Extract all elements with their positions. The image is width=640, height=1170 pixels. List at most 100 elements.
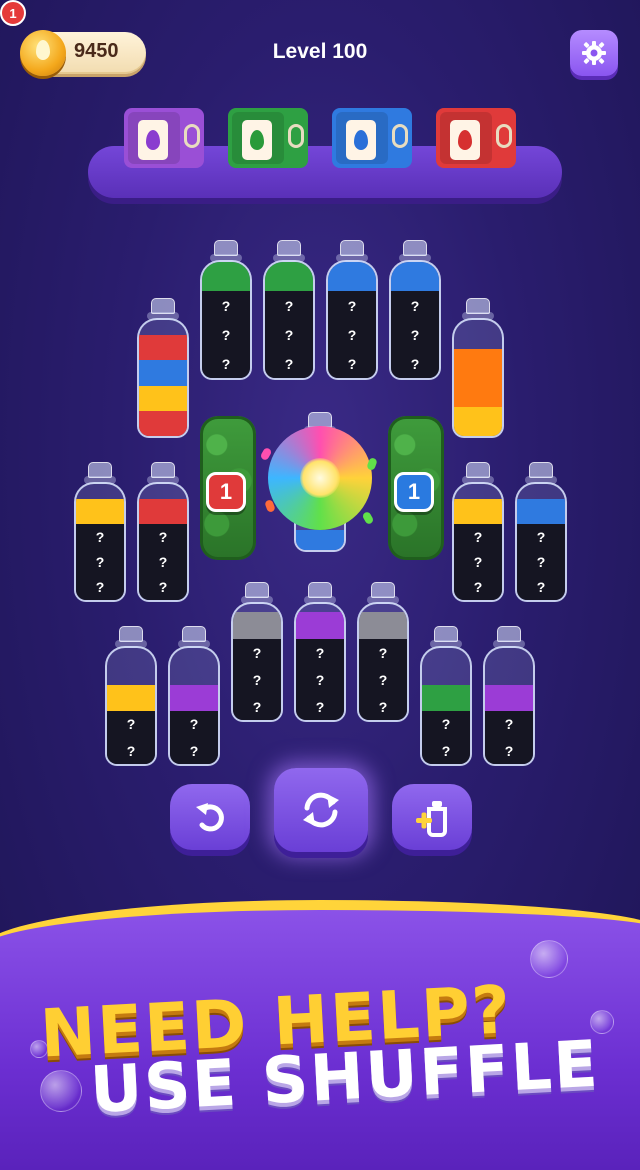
bottle[interactable]: ??? xyxy=(137,462,189,602)
hidden-liquid: ? xyxy=(359,639,407,667)
bottle[interactable]: ?? xyxy=(483,626,535,766)
bottle[interactable]: ??? xyxy=(326,240,378,380)
hidden-marker: ? xyxy=(504,716,514,733)
bottle[interactable] xyxy=(452,298,504,438)
bubble xyxy=(40,1070,82,1112)
liquid-layer xyxy=(139,499,187,525)
hidden-liquid: ? xyxy=(328,320,376,349)
hidden-marker: ? xyxy=(189,716,199,733)
bottle[interactable] xyxy=(137,298,189,438)
hidden-liquid: ? xyxy=(485,711,533,738)
hidden-marker: ? xyxy=(284,355,294,372)
hidden-liquid: ? xyxy=(296,639,344,667)
liquid-layer xyxy=(139,410,187,436)
hidden-marker: ? xyxy=(536,554,546,571)
undo-button[interactable] xyxy=(170,784,250,850)
liquid-layer xyxy=(328,262,376,291)
hidden-liquid: ? xyxy=(296,693,344,720)
swirl-spark xyxy=(361,510,375,526)
liquid-layer xyxy=(454,349,502,407)
hidden-liquid: ? xyxy=(454,549,502,575)
liquid-layer xyxy=(454,407,502,436)
hidden-liquid: ? xyxy=(296,666,344,694)
shuffle-button[interactable] xyxy=(274,768,368,852)
bottle[interactable]: ?? xyxy=(168,626,220,766)
color-box xyxy=(228,108,308,168)
hidden-marker: ? xyxy=(504,742,514,759)
hidden-liquid: ? xyxy=(328,349,376,378)
hidden-marker: ? xyxy=(536,528,546,545)
liquid-layer xyxy=(454,499,502,525)
hidden-marker: ? xyxy=(252,698,262,715)
shuffle-icon xyxy=(303,792,339,828)
hidden-marker: ? xyxy=(473,579,483,596)
bottle[interactable]: ??? xyxy=(74,462,126,602)
settings-button[interactable] xyxy=(570,30,618,76)
hidden-liquid: ? xyxy=(265,320,313,349)
bottle[interactable]: ??? xyxy=(263,240,315,380)
level-title: Level 100 xyxy=(272,40,368,63)
drop-icon xyxy=(146,130,160,150)
hidden-liquid: ? xyxy=(202,349,250,378)
hidden-marker: ? xyxy=(473,528,483,545)
hidden-marker: ? xyxy=(378,671,388,688)
hidden-marker: ? xyxy=(221,297,231,314)
hidden-marker: ? xyxy=(252,671,262,688)
hidden-liquid: ? xyxy=(517,574,565,600)
hidden-marker: ? xyxy=(441,742,451,759)
hidden-liquid: ? xyxy=(422,711,470,738)
hidden-marker: ? xyxy=(315,671,325,688)
add-bottle-button[interactable] xyxy=(392,784,472,850)
drop-icon xyxy=(458,130,472,150)
coin-value: 9450 xyxy=(74,40,119,62)
liquid-layer xyxy=(517,499,565,525)
hidden-marker: ? xyxy=(284,326,294,343)
hidden-liquid: ? xyxy=(76,549,124,575)
bottle[interactable]: ?? xyxy=(105,626,157,766)
liquid-layer xyxy=(359,612,407,640)
hidden-liquid: ? xyxy=(391,320,439,349)
hidden-liquid: ? xyxy=(265,349,313,378)
hidden-liquid: ? xyxy=(454,524,502,550)
hidden-liquid: ? xyxy=(202,291,250,320)
hidden-marker: ? xyxy=(347,326,357,343)
liquid-layer xyxy=(485,684,533,712)
hidden-liquid: ? xyxy=(107,737,155,764)
bottle[interactable]: ??? xyxy=(231,582,283,722)
hidden-liquid: ? xyxy=(139,549,187,575)
hidden-liquid: ? xyxy=(485,737,533,764)
hidden-marker: ? xyxy=(347,297,357,314)
hidden-liquid: ? xyxy=(233,639,281,667)
bottle[interactable]: ??? xyxy=(452,462,504,602)
hidden-marker: ? xyxy=(158,528,168,545)
hidden-liquid: ? xyxy=(233,666,281,694)
bottle[interactable]: ??? xyxy=(357,582,409,722)
hidden-marker: ? xyxy=(347,355,357,372)
hidden-marker: ? xyxy=(252,644,262,661)
hidden-liquid: ? xyxy=(233,693,281,720)
add-bottle-icon xyxy=(416,801,447,837)
unlock-count-badge-left: 1 xyxy=(206,472,246,512)
hidden-marker: ? xyxy=(126,716,136,733)
hidden-marker: ? xyxy=(536,579,546,596)
bottle[interactable]: ??? xyxy=(389,240,441,380)
hidden-marker: ? xyxy=(189,742,199,759)
liquid-layer xyxy=(170,684,218,712)
liquid-layer xyxy=(233,612,281,640)
hidden-marker: ? xyxy=(158,579,168,596)
hidden-liquid: ? xyxy=(359,693,407,720)
hidden-marker: ? xyxy=(378,698,388,715)
gear-icon xyxy=(582,41,606,65)
hidden-marker: ? xyxy=(315,644,325,661)
hidden-liquid: ? xyxy=(454,574,502,600)
hidden-liquid: ? xyxy=(202,320,250,349)
bottle[interactable]: ??? xyxy=(200,240,252,380)
liquid-layer xyxy=(76,499,124,525)
hidden-liquid: ? xyxy=(139,524,187,550)
hidden-marker: ? xyxy=(158,554,168,571)
bottle[interactable]: ??? xyxy=(294,582,346,722)
bottle[interactable]: ?? xyxy=(420,626,472,766)
hidden-marker: ? xyxy=(95,528,105,545)
bottle[interactable]: ??? xyxy=(515,462,567,602)
hidden-liquid: ? xyxy=(107,711,155,738)
